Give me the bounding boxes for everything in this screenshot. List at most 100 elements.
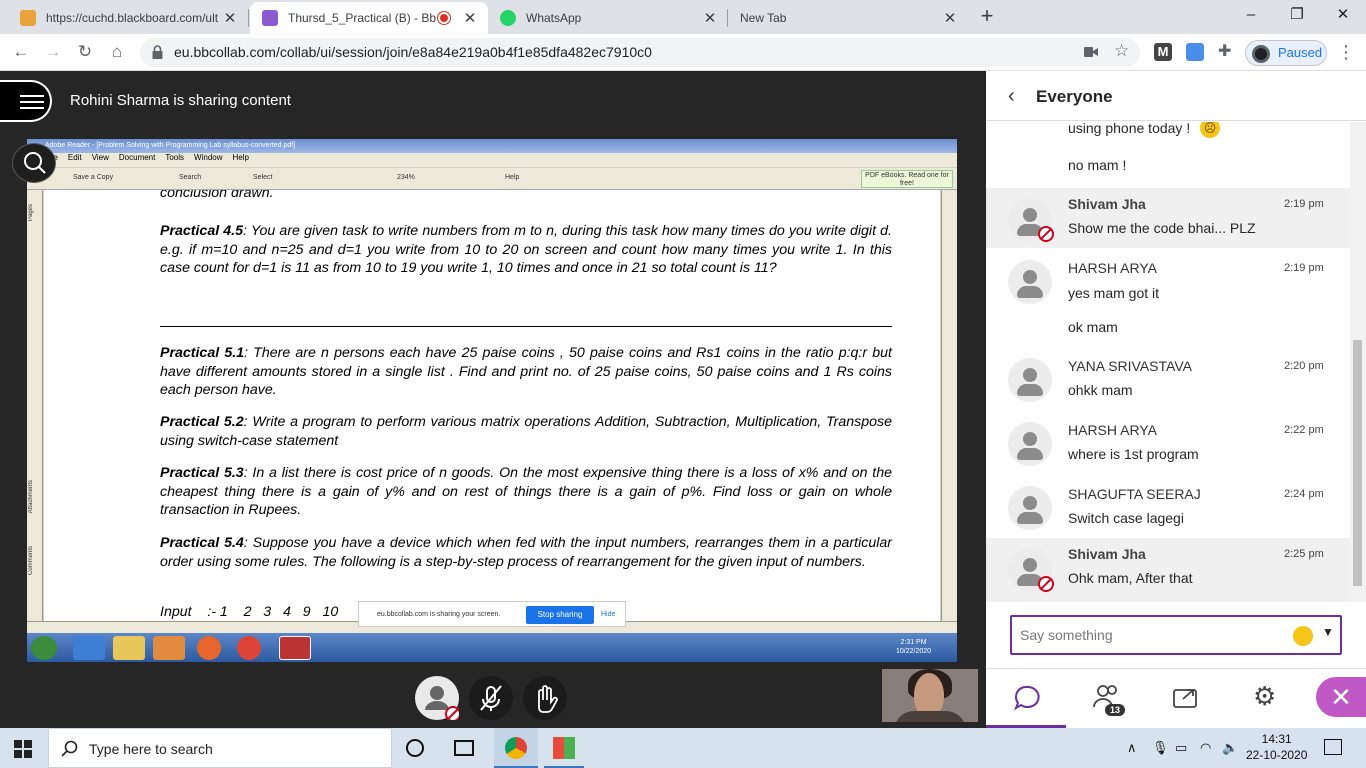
tab-settings[interactable]: ⚙	[1226, 669, 1306, 729]
user-avatar	[1008, 548, 1054, 592]
reader-menu-bar: FileEditViewDocumentToolsWindowHelp	[27, 153, 957, 167]
share-content-icon	[1173, 689, 1197, 708]
user-avatar	[1008, 198, 1054, 242]
message-text: Ohk mam, After that	[1068, 570, 1193, 586]
zoom-magnifier-icon[interactable]	[12, 143, 56, 183]
chat-input[interactable]: Say something ▼	[1010, 615, 1342, 655]
profile-button[interactable]: Paused	[1245, 40, 1327, 66]
search-label: Search	[179, 174, 202, 181]
minimize-button[interactable]: –	[1228, 0, 1274, 32]
taskbar-chrome[interactable]	[494, 728, 538, 768]
new-tab-button[interactable]: +	[975, 4, 999, 30]
tab-new-tab[interactable]: New Tab ✕	[728, 2, 968, 34]
message-time: 2:19 pm	[1284, 198, 1324, 210]
panel-tabs: 13 ⚙ ✕	[986, 668, 1366, 729]
pdf-scrollbar	[941, 190, 957, 621]
message-time: 2:20 pm	[1284, 360, 1324, 372]
attachments-tab: Attachments	[28, 480, 34, 514]
reload-icon[interactable]: ↻	[74, 42, 96, 64]
pages-tab: Pages	[28, 204, 34, 222]
message-text: ok mam	[1068, 319, 1118, 335]
tab-collaborate[interactable]: Thursd_5_Practical (B) - Bb C ✕	[250, 2, 488, 34]
back-arrow-icon[interactable]: ←	[10, 42, 32, 64]
extensions-puzzle-icon[interactable]: ✚	[1218, 43, 1236, 61]
tab-attendees[interactable]: 13	[1066, 669, 1146, 729]
task-view-icon[interactable]	[454, 740, 474, 756]
tab-blackboard[interactable]: https://cuchd.blackboard.com/ult ✕	[8, 2, 248, 34]
message-time: 2:22 pm	[1284, 424, 1324, 436]
wifi-icon[interactable]: ◠	[1200, 740, 1211, 756]
chevron-down-icon[interactable]: ▼	[1322, 625, 1334, 639]
cortana-icon[interactable]	[406, 739, 424, 757]
taskbar-search-box[interactable]: Type here to search	[48, 728, 392, 768]
home-icon[interactable]: ⌂	[106, 42, 128, 64]
menu-view: View	[91, 153, 109, 162]
maximize-button[interactable]: ❐	[1274, 0, 1320, 32]
microphone-toggle[interactable]	[469, 676, 513, 720]
chrome-menu-icon[interactable]: ⋮	[1337, 42, 1355, 63]
tab-title: Thursd_5_Practical (B) - Bb C	[288, 11, 438, 25]
stop-sharing-button[interactable]: Stop sharing	[526, 606, 594, 624]
menu-edit: Edit	[67, 153, 82, 162]
worried-emoji-icon: ☹	[1200, 122, 1220, 138]
chat-message: HARSH ARYA 2:22 pm where is 1st program	[986, 414, 1350, 476]
forward-arrow-icon[interactable]: →	[42, 42, 64, 64]
chat-scrollbar[interactable]	[1350, 122, 1366, 602]
my-status-button[interactable]	[415, 676, 461, 722]
taskbar-clock[interactable]: 14:31 22-10-2020	[1246, 731, 1307, 763]
menu-document: Document	[118, 153, 156, 162]
chat-message-list: using phone today ! ☹ no mam ! Shivam Jh…	[986, 122, 1350, 602]
close-tab-icon[interactable]: ✕	[460, 9, 480, 27]
sender-name: HARSH ARYA	[1068, 422, 1157, 438]
camera-icon[interactable]	[1084, 46, 1098, 58]
chat-message: no mam !	[986, 152, 1350, 186]
message-text: ohkk mam	[1068, 382, 1133, 398]
xp-taskbar: 2:31 PM 10/22/2020	[27, 633, 957, 662]
chat-panel: ‹ Everyone using phone today ! ☹ no mam …	[986, 71, 1366, 729]
message-text: using phone today !	[1068, 122, 1191, 136]
close-panel-button[interactable]: ✕	[1316, 677, 1366, 717]
zoom-level: 234%	[397, 174, 415, 181]
chat-input-placeholder: Say something	[1020, 627, 1113, 643]
session-menu-button[interactable]	[0, 80, 52, 122]
close-window-button[interactable]: ✕	[1320, 0, 1366, 32]
emoji-picker-icon[interactable]	[1293, 626, 1313, 646]
message-text: where is 1st program	[1068, 446, 1199, 462]
tray-mic-icon[interactable]: 🎙	[1152, 740, 1169, 756]
star-bookmark-icon[interactable]: ☆	[1114, 41, 1129, 61]
address-bar[interactable]: eu.bbcollab.com/collab/ui/session/join/e…	[140, 38, 1140, 67]
media-icon	[153, 636, 185, 660]
chat-message: SHAGUFTA SEERAJ 2:24 pm Switch case lage…	[986, 478, 1350, 540]
battery-icon[interactable]: ▭	[1175, 740, 1187, 756]
xp-clock: 2:31 PM 10/22/2020	[896, 639, 932, 655]
menu-tools: Tools	[165, 153, 185, 162]
moderator-ban-icon	[1038, 226, 1054, 242]
drive-extension-icon[interactable]	[1186, 43, 1204, 61]
pdf-page: conclusion drawn. Practical 4.5: You are…	[44, 190, 940, 621]
practical-4-5: Practical 4.5: You are given task to wri…	[160, 223, 892, 276]
gmail-extension-icon[interactable]: M	[1154, 43, 1172, 61]
message-text: Switch case lagegi	[1068, 510, 1184, 526]
taskbar-app[interactable]	[544, 728, 584, 768]
tab-chat[interactable]	[986, 669, 1066, 729]
hide-notice-link[interactable]: Hide	[601, 611, 615, 618]
close-tab-icon[interactable]: ✕	[220, 9, 240, 27]
chat-bubble-icon	[1014, 685, 1040, 711]
notifications-icon[interactable]	[1324, 739, 1342, 755]
recording-icon	[438, 12, 450, 24]
sender-name: SHAGUFTA SEERAJ	[1068, 486, 1201, 502]
close-tab-icon[interactable]: ✕	[940, 9, 960, 27]
browser-toolbar: ← → ↻ ⌂ eu.bbcollab.com/collab/ui/sessio…	[0, 34, 1366, 71]
volume-icon[interactable]: 🔈	[1222, 740, 1238, 756]
help-label: Help	[505, 174, 520, 181]
raise-hand-button[interactable]	[523, 676, 567, 720]
back-chevron-icon[interactable]: ‹	[1008, 85, 1015, 108]
tray-chevron-icon[interactable]: ∧	[1127, 740, 1137, 756]
tab-whatsapp[interactable]: WhatsApp ✕	[488, 2, 728, 34]
message-text: Show me the code bhai... PLZ	[1068, 220, 1256, 236]
tab-share-content[interactable]	[1146, 669, 1226, 729]
message-text: no mam !	[1068, 157, 1127, 173]
windows-start-icon[interactable]	[14, 740, 32, 758]
close-tab-icon[interactable]: ✕	[700, 9, 720, 27]
collaborate-favicon-icon	[262, 10, 278, 26]
